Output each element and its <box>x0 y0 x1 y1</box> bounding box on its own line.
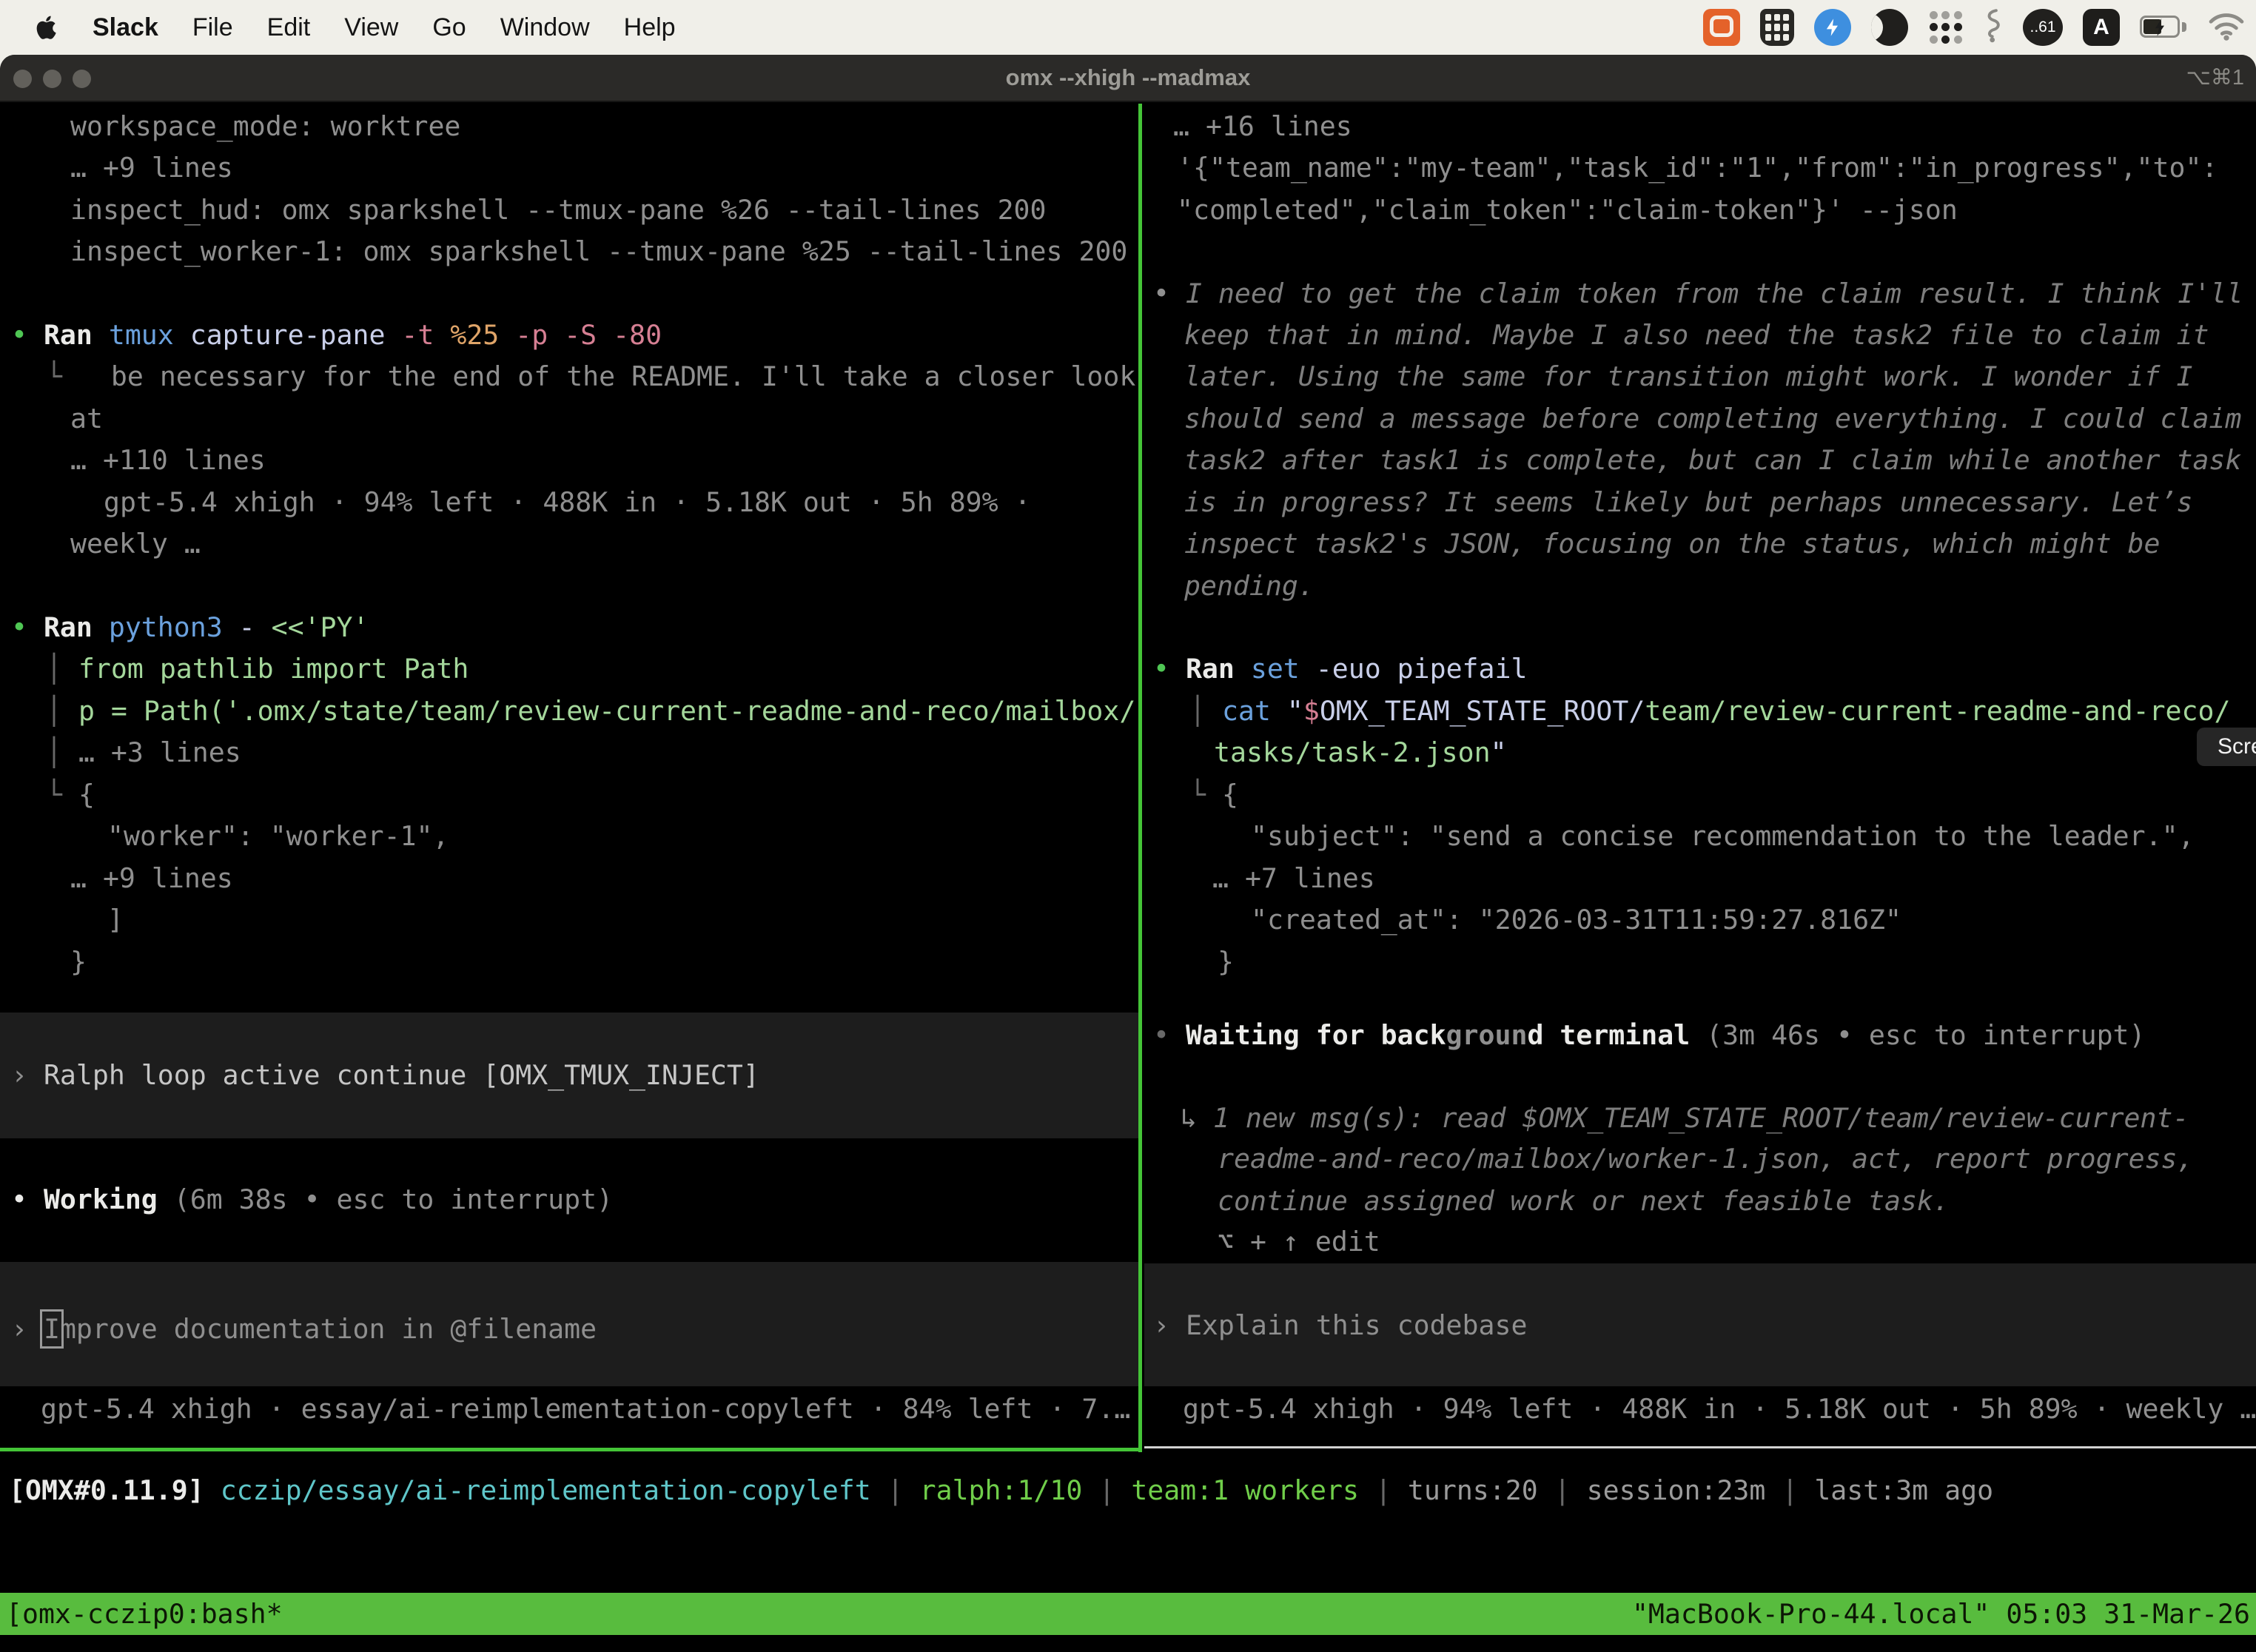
terminal-line: weekly … <box>70 523 201 565</box>
terminal-line: inspect task2's JSON, focusing on the st… <box>1184 523 2161 565</box>
terminal-line: … +16 lines <box>1173 105 1352 147</box>
right-pane-border <box>1144 1446 2256 1448</box>
terminal-line: └ { <box>1189 773 1238 816</box>
tmux-host-clock-label: "MacBook-Pro-44.local" 05:03 31-Mar-26 <box>1632 1593 2250 1635</box>
battery-icon[interactable] <box>2140 16 2187 39</box>
terminal-line: • Ran tmux capture-pane -t %25 -p -S -80 <box>11 314 662 356</box>
terminal-line: › Improve documentation in @filename <box>11 1308 597 1350</box>
terminal-line: "completed","claim_token":"claim-token"}… <box>1177 189 1958 231</box>
dots-grid-icon[interactable] <box>1928 10 1964 45</box>
menu-app-name[interactable]: Slack <box>93 13 158 42</box>
tmux-session-label: [omx-cczip0:bash* <box>6 1593 283 1635</box>
menu-item-file[interactable]: File <box>192 13 233 42</box>
terminal-line: } <box>1218 941 1234 983</box>
left-pane-border <box>0 1448 1142 1451</box>
menu-item-help[interactable]: Help <box>624 13 676 42</box>
terminal-line: └ { <box>46 773 95 816</box>
terminal-line: › Explain this codebase <box>1153 1304 1527 1346</box>
terminal-line: inspect_hud: omx sparkshell --tmux-pane … <box>70 189 1047 231</box>
terminal-line: … +9 lines <box>70 147 233 189</box>
terminal-line: gpt-5.4 xhigh · 94% left · 488K in · 5.1… <box>104 481 1031 523</box>
screenshot-tooltip: Scre <box>2197 728 2256 766</box>
terminal-line: } <box>70 941 87 983</box>
terminal-line: ⌥ + ↑ edit <box>1218 1220 1380 1263</box>
menu-item-go[interactable]: Go <box>432 13 466 42</box>
terminal-line: └ be necessary for the end of the README… <box>46 355 1135 397</box>
tmux-status-bar: [omx-cczip0:bash* "MacBook-Pro-44.local"… <box>0 1593 2256 1635</box>
terminal-line: • Waiting for background terminal (3m 46… <box>1153 1014 2146 1056</box>
terminal-line: gpt-5.4 xhigh · 94% left · 488K in · 5.1… <box>1183 1388 2256 1430</box>
terminal-line: is in progress? It seems likely but perh… <box>1184 481 2192 523</box>
terminal-layer[interactable]: Scre [omx-cczip0:bash* "MacBook-Pro-44.l… <box>0 55 2256 1652</box>
terminal-line: ] <box>107 899 124 941</box>
terminal-line: … +9 lines <box>70 857 233 899</box>
terminal-line: continue assigned work or next feasible … <box>1218 1180 1950 1222</box>
battery-percent-icon[interactable]: ..61 <box>2023 9 2063 46</box>
terminal-line: at <box>70 397 103 440</box>
terminal-line: • Ran set -euo pipefail <box>1153 648 1527 690</box>
terminal-line: │ from pathlib import Path <box>46 648 469 690</box>
terminal-line: • Working (6m 38s • esc to interrupt) <box>11 1178 613 1220</box>
terminal-line: task2 after task1 is complete, but can I… <box>1184 439 2241 481</box>
terminal-line: readme-and-reco/mailbox/worker-1.json, a… <box>1218 1138 2194 1180</box>
terminal-line: … +7 lines <box>1212 857 1375 899</box>
terminal-window: omx --xhigh --madmax ⌥⌘1 Scre [omx-cczip… <box>0 55 2256 1652</box>
terminal-line: ↳ 1 new msg(s): read $OMX_TEAM_STATE_ROO… <box>1181 1097 2189 1139</box>
terminal-line: should send a message before completing … <box>1184 397 2241 440</box>
spark-circle-icon[interactable] <box>1814 9 1851 46</box>
terminal-line: keep that in mind. Maybe I also need the… <box>1184 314 2209 356</box>
menu-item-window[interactable]: Window <box>500 13 590 42</box>
squiggle-icon[interactable] <box>1984 8 2003 47</box>
terminal-line: gpt-5.4 xhigh · essay/ai-reimplementatio… <box>41 1388 1130 1430</box>
terminal-line: "worker": "worker-1", <box>107 815 449 857</box>
grid-shield-icon[interactable] <box>1760 9 1794 46</box>
crescent-icon[interactable] <box>1871 9 1908 46</box>
menu-bar-status-icons: ..61 A <box>1703 8 2256 47</box>
terminal-line: workspace_mode: worktree <box>70 105 460 147</box>
terminal-line: │ p = Path('.omx/state/team/review-curre… <box>46 690 1135 732</box>
apple-menu-icon[interactable] <box>33 13 58 42</box>
terminal-line: • Ran python3 - <<'PY' <box>11 606 369 648</box>
wifi-icon[interactable] <box>2207 11 2246 44</box>
terminal-line: … +110 lines <box>70 439 266 481</box>
assistant-icon[interactable]: A <box>2083 9 2120 46</box>
terminal-line: "created_at": "2026-03-31T11:59:27.816Z" <box>1251 899 1901 941</box>
screen-recording-icon[interactable] <box>1703 9 1740 46</box>
terminal-line: • I need to get the claim token from the… <box>1153 272 2243 315</box>
terminal-line: [OMX#0.11.9] cczip/essay/ai-reimplementa… <box>9 1469 1993 1511</box>
menu-item-edit[interactable]: Edit <box>267 13 311 42</box>
terminal-line: pending. <box>1184 565 1315 607</box>
terminal-line: tasks/task-2.json" <box>1214 731 1507 773</box>
terminal-line: "subject": "send a concise recommendatio… <box>1251 815 2195 857</box>
menu-item-view[interactable]: View <box>344 13 398 42</box>
terminal-line: '{"team_name":"my-team","task_id":"1","f… <box>1177 147 2218 189</box>
terminal-line: later. Using the same for transition mig… <box>1184 355 2192 397</box>
pane-divider[interactable] <box>1138 104 1142 1452</box>
terminal-line: inspect_worker-1: omx sparkshell --tmux-… <box>70 230 1127 272</box>
terminal-line: │ cat "$OMX_TEAM_STATE_ROOT/team/review-… <box>1189 690 2230 732</box>
terminal-line: › Ralph loop active continue [OMX_TMUX_I… <box>11 1054 759 1096</box>
terminal-line: │ … +3 lines <box>46 731 241 773</box>
macos-menu-bar: Slack File Edit View Go Window Help ..61 A <box>0 0 2256 55</box>
